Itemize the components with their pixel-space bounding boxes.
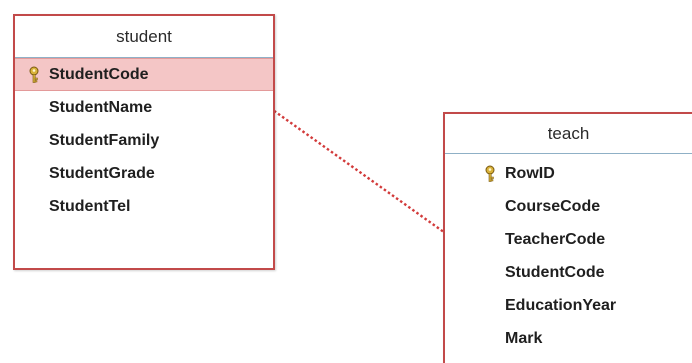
- field-row-educationyear[interactable]: EducationYear: [505, 289, 692, 322]
- field-name: RowID: [505, 164, 555, 182]
- field-row-coursecode[interactable]: CourseCode: [505, 190, 692, 223]
- table-title[interactable]: student: [15, 16, 273, 58]
- field-row-studentfamily[interactable]: StudentFamily: [15, 124, 273, 157]
- field-name: StudentGrade: [49, 164, 155, 182]
- table-title[interactable]: teach: [445, 114, 692, 154]
- field-name: StudentFamily: [49, 131, 160, 149]
- field-name: StudentTel: [49, 197, 131, 215]
- field-row-studentcode[interactable]: StudentCode: [15, 58, 273, 91]
- field-row-teachercode[interactable]: TeacherCode: [505, 223, 692, 256]
- field-name: StudentCode: [49, 65, 149, 83]
- teach-table[interactable]: teach RowID CourseCode TeacherCode Stude…: [443, 112, 692, 363]
- key-icon: [477, 157, 503, 190]
- key-icon: [21, 58, 47, 91]
- student-table[interactable]: student StudentCode StudentName StudentF…: [13, 14, 275, 270]
- field-name: TeacherCode: [505, 230, 606, 248]
- field-name: StudentName: [49, 98, 153, 116]
- field-row-studentcode[interactable]: StudentCode: [505, 256, 692, 289]
- field-row-rowid[interactable]: RowID: [485, 157, 692, 190]
- field-name: EducationYear: [505, 296, 617, 314]
- field-row-mark[interactable]: Mark: [505, 322, 692, 355]
- field-name: CourseCode: [505, 197, 601, 215]
- field-row-studentname[interactable]: StudentName: [15, 91, 273, 124]
- field-name: Mark: [505, 329, 543, 347]
- field-row-studenttel[interactable]: StudentTel: [15, 190, 273, 223]
- field-name: StudentCode: [505, 263, 605, 281]
- field-row-studentgrade[interactable]: StudentGrade: [15, 157, 273, 190]
